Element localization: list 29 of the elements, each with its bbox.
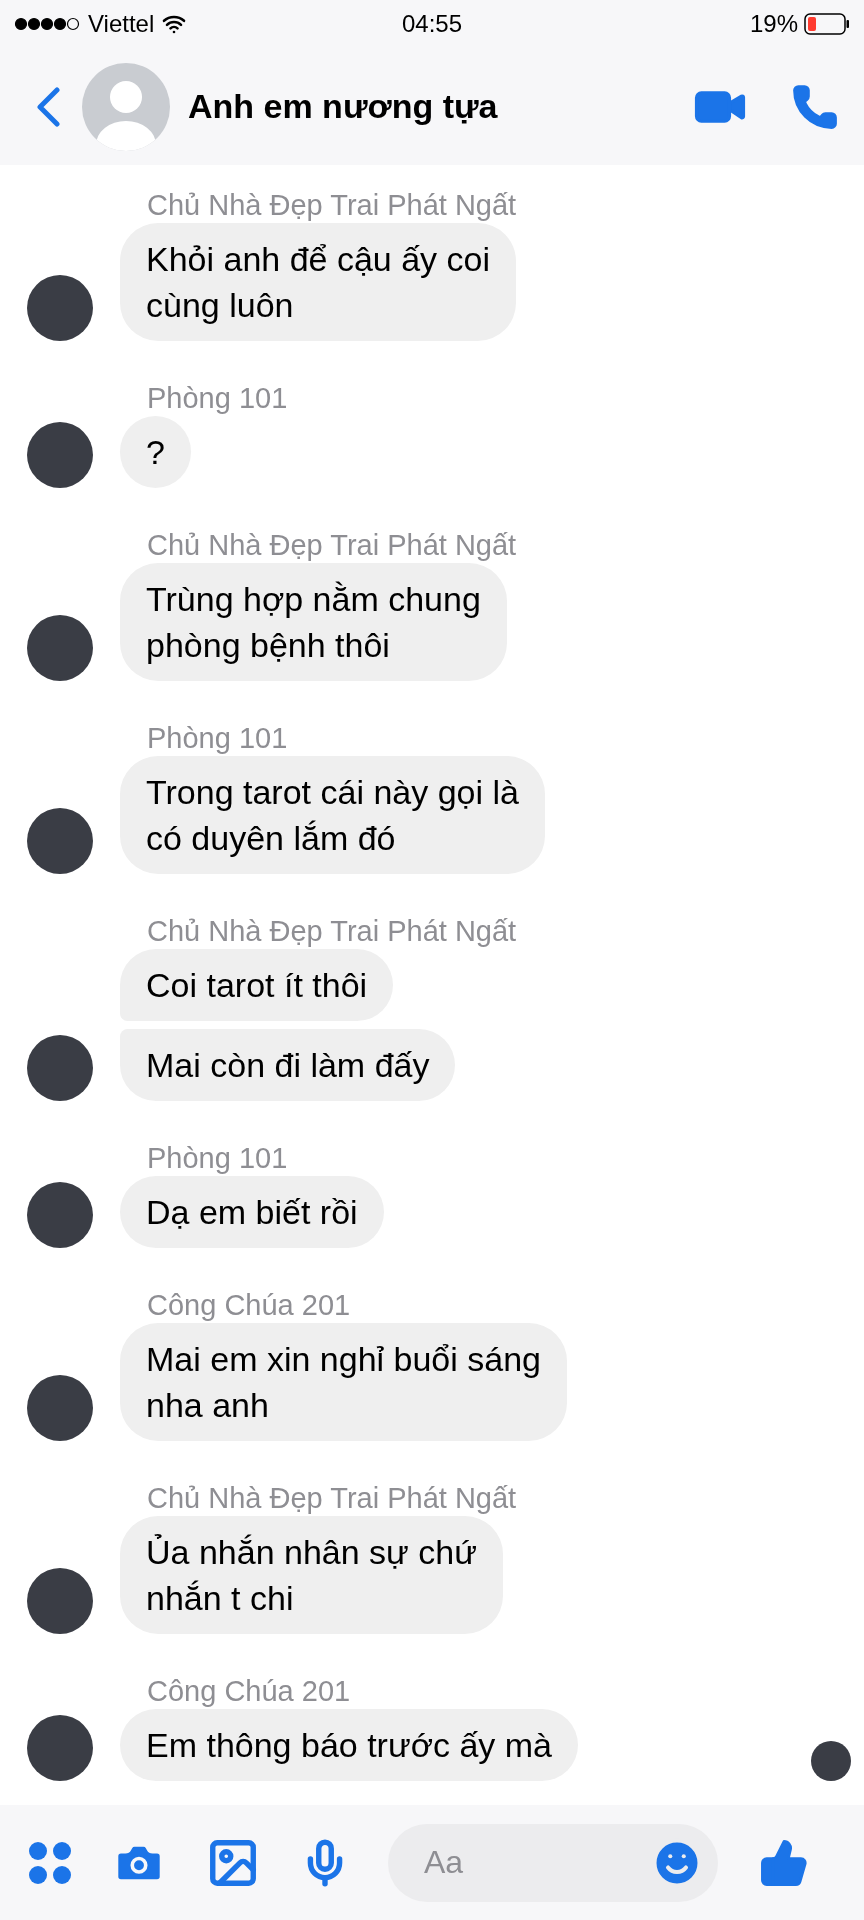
sender-name: Phòng 101: [147, 1141, 288, 1176]
message-bubble: Ủa nhắn nhân sự chứ nhắn t chi: [120, 1516, 503, 1634]
sender-name: Chủ Nhà Đẹp Trai Phát Ngất: [147, 914, 517, 949]
message-bubble: Dạ em biết rồi: [120, 1176, 384, 1248]
sender-name: Công Chúa 201: [147, 1288, 351, 1323]
message-bubble: Khỏi anh để cậu ấy coi cùng luôn: [120, 223, 517, 341]
sender-name: Chủ Nhà Đẹp Trai Phát Ngất: [147, 528, 517, 563]
apps-grid-button[interactable]: [28, 1840, 72, 1885]
message-bubble: Mai em xin nghỉ buổi sáng nha anh: [120, 1323, 567, 1441]
back-button[interactable]: [36, 86, 60, 127]
message-bubble: ?: [120, 416, 191, 488]
signal-icon: [14, 17, 80, 31]
carrier-name: Viettel: [88, 10, 155, 38]
message-bubble: Trong tarot cái này gọi là có duyên lắm đó: [120, 756, 545, 874]
sender-name: Công Chúa 201: [147, 1674, 351, 1709]
message-field[interactable]: Aa: [388, 1823, 718, 1902]
sender-name: Phòng 101: [147, 381, 288, 416]
clock-time: 04:55: [401, 10, 463, 38]
message-bubble: Trùng hợp nằm chung phòng bệnh thôi: [120, 563, 507, 681]
message-bubble: Mai còn đi làm đấy: [120, 1029, 456, 1101]
message-input[interactable]: Aa: [422, 1843, 650, 1882]
message-bubble: Coi tarot ít thôi: [120, 949, 394, 1021]
battery-percent: 19%: [749, 10, 798, 38]
sender-name: Phòng 101: [147, 721, 288, 756]
sender-name: Chủ Nhà Đẹp Trai Phát Ngất: [147, 1481, 517, 1516]
message-bubble: Em thông báo trước ấy mà: [120, 1709, 578, 1781]
chat-title: Anh em nương tựa: [188, 87, 499, 126]
sender-name: Chủ Nhà Đẹp Trai Phát Ngất: [147, 188, 517, 223]
battery-icon: [804, 13, 850, 35]
